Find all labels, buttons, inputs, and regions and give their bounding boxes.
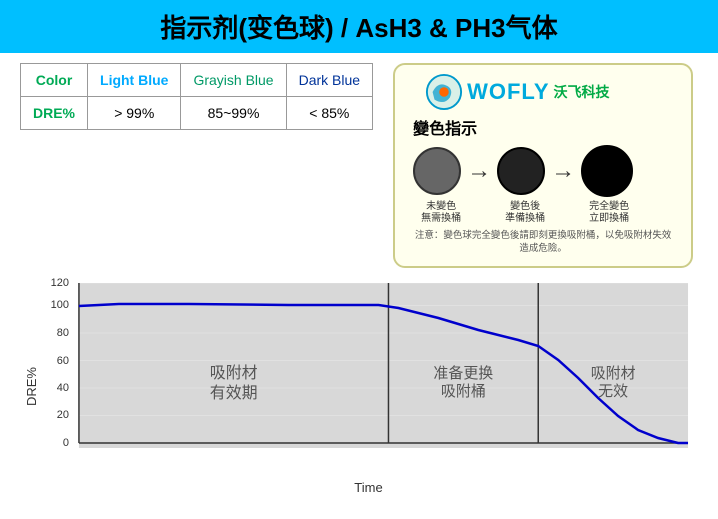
logo-text-cn: 沃飞科技: [554, 82, 610, 102]
color-darkblue: Dark Blue: [286, 64, 372, 97]
svg-text:100: 100: [51, 299, 69, 311]
logo-icon: [425, 73, 463, 111]
arrow-icon-2: →: [551, 157, 575, 185]
svg-text:吸附桶: 吸附桶: [441, 383, 486, 400]
main-content: Color Light Blue Grayish Blue Dark Blue …: [0, 53, 718, 495]
svg-text:60: 60: [57, 355, 69, 367]
dre-col3: < 85%: [286, 97, 372, 130]
top-section: Color Light Blue Grayish Blue Dark Blue …: [20, 63, 698, 268]
label-partial: 變色後準備換桶: [497, 201, 553, 225]
table-row: Color Light Blue Grayish Blue Dark Blue: [21, 64, 373, 97]
chart-area: DRE% 0 20 40 60 80 10: [20, 278, 698, 495]
svg-text:0: 0: [63, 437, 69, 449]
svg-text:80: 80: [57, 327, 69, 339]
circle-uncolored: [413, 147, 461, 195]
svg-text:120: 120: [51, 278, 69, 289]
logo-area: WOFLY 沃飞科技: [425, 73, 609, 111]
header: 指示剂(变色球) / AsH3 & PH3气体: [0, 0, 718, 53]
svg-text:吸附材: 吸附材: [210, 364, 258, 382]
indicator-box: WOFLY 沃飞科技 變色指示 → → 未變色無需換桶 變色後準備換桶 完: [393, 63, 693, 268]
logo-text-en: WOFLY: [467, 79, 549, 105]
color-grayblue: Grayish Blue: [181, 64, 286, 97]
svg-text:吸附材: 吸附材: [591, 365, 636, 382]
svg-text:无效: 无效: [598, 383, 628, 400]
circle-labels: 未變色無需換桶 變色後準備換桶 完全變色立即換桶: [413, 201, 673, 225]
indicator-note: 注意：變色球完全變色後請即刻更換吸附桶，以免吸附材失效造成危險。: [413, 229, 673, 256]
dre-table: Color Light Blue Grayish Blue Dark Blue …: [20, 63, 373, 130]
table-row: DRE% > 99% 85~99% < 85%: [21, 97, 373, 130]
x-axis-label: Time: [39, 480, 698, 495]
svg-text:40: 40: [57, 382, 69, 394]
color-label: Color: [21, 64, 88, 97]
chart-svg: 0 20 40 60 80 100 120: [39, 278, 698, 478]
dre-label: DRE%: [21, 97, 88, 130]
circle-partial: [497, 147, 545, 195]
label-uncolored: 未變色無需換桶: [413, 201, 469, 225]
chart-container: 0 20 40 60 80 100 120: [39, 278, 698, 495]
header-title: 指示剂(变色球) / AsH3 & PH3气体: [160, 13, 557, 43]
indicator-circles: → →: [413, 145, 673, 197]
svg-text:有效期: 有效期: [210, 384, 258, 402]
circle-full: [581, 145, 633, 197]
y-axis-label: DRE%: [20, 367, 39, 406]
indicator-title: 變色指示: [413, 115, 673, 139]
color-lightblue: Light Blue: [88, 64, 181, 97]
label-full: 完全變色立即換桶: [581, 201, 637, 225]
arrow-icon-1: →: [467, 157, 491, 185]
svg-text:准备更换: 准备更换: [433, 365, 493, 382]
dre-col1: > 99%: [88, 97, 181, 130]
svg-text:20: 20: [57, 409, 69, 421]
dre-col2: 85~99%: [181, 97, 286, 130]
